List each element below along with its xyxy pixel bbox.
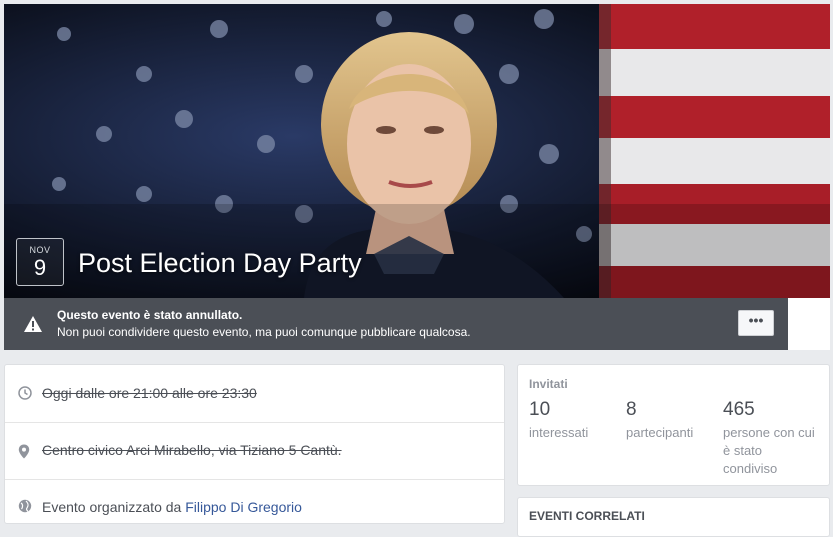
cancelled-message: Non puoi condividere questo evento, ma p…	[57, 325, 471, 339]
more-options-button[interactable]: •••	[738, 310, 774, 336]
banner-right-spacer	[788, 298, 830, 350]
event-month: NOV	[29, 245, 51, 255]
shared-label: persone con cui è stato condiviso	[723, 425, 815, 476]
map-pin-icon	[18, 444, 30, 459]
event-date-badge: NOV 9	[16, 238, 64, 286]
event-location-row[interactable]: Centro civico Arci Mirabello, via Tizian…	[5, 422, 504, 480]
clock-icon	[18, 386, 32, 400]
warning-icon	[24, 316, 42, 332]
event-organizer: Evento organizzato da Filippo Di Gregori…	[42, 499, 302, 515]
shared-stat[interactable]: 465 persone con cui è stato condiviso	[723, 399, 815, 478]
interested-stat[interactable]: 10 interessati	[529, 399, 619, 442]
interested-label: interessati	[529, 425, 589, 440]
going-label: partecipanti	[626, 425, 694, 440]
event-details-card: Oggi dalle ore 21:00 alle ore 23:30 Cent…	[4, 364, 505, 524]
going-count: 8	[626, 399, 637, 420]
organizer-prefix: Evento organizzato da	[42, 499, 186, 515]
cancelled-heading: Questo evento è stato annullato.	[57, 308, 243, 322]
event-title: Post Election Day Party	[78, 248, 362, 278]
globe-icon	[18, 499, 32, 513]
interested-count: 10	[529, 399, 551, 420]
event-cover-photo[interactable]: NOV 9 Post Election Day Party	[4, 4, 830, 298]
organizer-link[interactable]: Filippo Di Gregorio	[185, 499, 302, 515]
event-time: Oggi dalle ore 21:00 alle ore 23:30	[42, 385, 257, 401]
event-location[interactable]: Centro civico Arci Mirabello, via Tizian…	[42, 442, 342, 458]
event-day: 9	[33, 255, 47, 280]
shared-count: 465	[723, 399, 755, 420]
going-stat[interactable]: 8 partecipanti	[626, 399, 716, 442]
related-events-card: EVENTI CORRELATI	[517, 497, 830, 537]
related-events-heading: EVENTI CORRELATI	[529, 509, 645, 523]
invited-card: Invitati 10 interessati 8 partecipanti 4…	[517, 364, 830, 486]
event-cancelled-banner: Questo evento è stato annullato. Non puo…	[4, 298, 788, 350]
event-organizer-row: Evento organizzato da Filippo Di Gregori…	[5, 479, 504, 536]
invited-heading: Invitati	[529, 377, 568, 391]
event-time-row: Oggi dalle ore 21:00 alle ore 23:30	[5, 365, 504, 423]
